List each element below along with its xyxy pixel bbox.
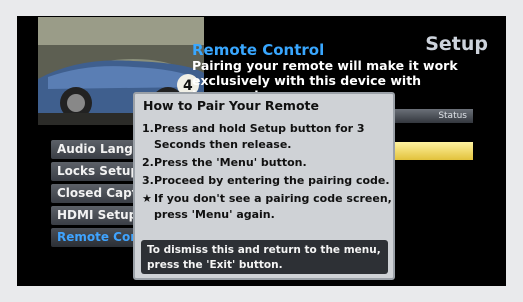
status-column-header: Status [393,109,473,123]
star-icon: ★ [142,192,152,205]
section-title: Setup [425,33,488,55]
step-text: Press and hold Setup button for 3 Second… [154,122,365,151]
step-number: 3. [142,174,154,187]
step-number: 2. [142,156,154,169]
instruction-step: 2. Press the 'Menu' button. [142,155,392,171]
instruction-step: 3. Proceed by entering the pairing code. [142,173,392,189]
pairing-instructions-dialog: How to Pair Your Remote 1. Press and hol… [133,92,395,280]
instruction-step: ★ If you don't see a pairing code screen… [142,191,392,223]
dialog-title: How to Pair Your Remote [143,98,320,113]
status-indicator [393,142,473,160]
instruction-list: 1. Press and hold Setup button for 3 Sec… [142,121,392,225]
step-number: 1. [142,122,154,135]
tv-screen: 4 Setup Remote Control Pairing your remo… [17,16,506,286]
step-text: Proceed by entering the pairing code. [154,174,390,187]
dismiss-hint: To dismiss this and return to the menu, … [141,240,388,274]
instruction-step: 1. Press and hold Setup button for 3 Sec… [142,121,392,153]
page-title: Remote Control [192,41,325,59]
step-text: If you don't see a pairing code screen, … [154,192,392,221]
step-text: Press the 'Menu' button. [154,156,307,169]
